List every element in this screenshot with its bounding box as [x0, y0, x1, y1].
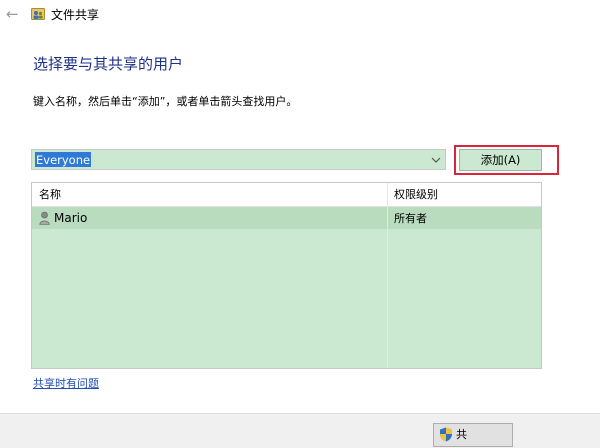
title-bar: ← 文件共享 [0, 0, 600, 30]
user-icon [39, 211, 50, 225]
window-title: 文件共享 [51, 8, 100, 22]
column-header-name[interactable]: 名称 [39, 188, 61, 202]
user-permission-list[interactable]: 名称 权限级别 Mario 所有者 [31, 182, 542, 369]
add-button[interactable]: 添加(A) [459, 149, 542, 171]
footer-bar: 共 [0, 413, 600, 448]
user-name-combobox[interactable] [31, 149, 446, 170]
column-separator [387, 183, 388, 368]
instruction-text: 键入名称，然后单击“添加”，或者单击箭头查找用户。 [33, 95, 298, 108]
page-heading: 选择要与其共享的用户 [33, 55, 184, 73]
sharing-problems-link[interactable]: 共享时有问题 [33, 376, 99, 391]
file-sharing-icon [31, 8, 45, 20]
column-header-permission[interactable]: 权限级别 [394, 188, 438, 202]
back-arrow-icon[interactable]: ← [6, 5, 20, 23]
chevron-down-icon[interactable] [427, 150, 445, 169]
user-name-input[interactable] [32, 150, 427, 169]
uac-shield-icon [440, 427, 452, 442]
user-name-cell: Mario [54, 211, 88, 225]
table-row[interactable]: Mario 所有者 [32, 207, 541, 229]
permission-cell[interactable]: 所有者 [394, 211, 427, 226]
list-header: 名称 权限级别 [32, 183, 541, 207]
